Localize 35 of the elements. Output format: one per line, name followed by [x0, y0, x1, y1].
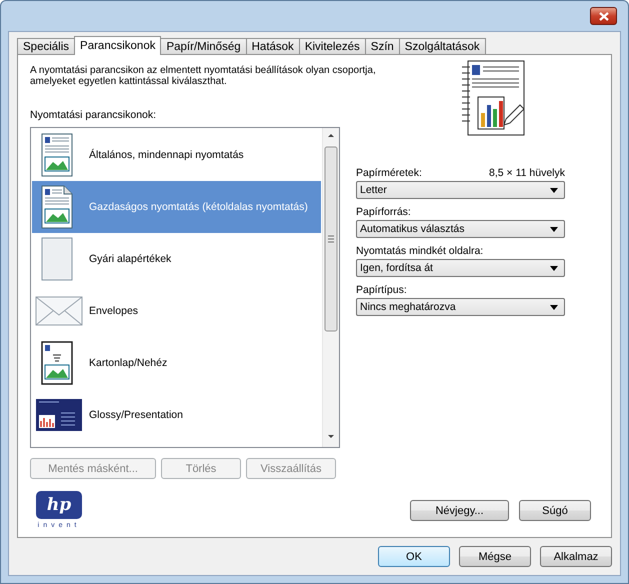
- shortcut-item[interactable]: Kartonlap/Nehéz: [32, 337, 321, 389]
- dialog-button[interactable]: Mégse: [459, 546, 531, 567]
- shortcut-item[interactable]: Gyári alapértékek: [32, 233, 321, 285]
- close-icon: [598, 12, 608, 20]
- tab[interactable]: Hatások: [246, 38, 300, 55]
- dropdown-arrow-icon: [550, 304, 558, 310]
- setting-note: 8,5 × 11 hüvelyk: [489, 167, 565, 179]
- logo-mark: hp: [36, 491, 82, 519]
- setting-dropdown[interactable]: Automatikus választás: [356, 220, 565, 238]
- shortcut-item[interactable]: Általános, mindennapi nyomtatás: [32, 129, 321, 181]
- tab[interactable]: Kivitelezés: [298, 38, 366, 55]
- tab[interactable]: Parancsikonok: [74, 36, 162, 55]
- panel-button[interactable]: Súgó: [519, 500, 591, 521]
- setting-dropdown[interactable]: Igen, fordítsa át: [356, 259, 565, 277]
- dialog-button[interactable]: Alkalmaz: [540, 546, 612, 567]
- setting-label: Papírforrás:: [356, 206, 411, 218]
- panel-button[interactable]: Névjegy...: [410, 500, 509, 521]
- description-text: A nyomtatási parancsikon az elmentett nyomtatási beállítások olyan csoportja, amelyeket egyetlen kattintással kiválaszthat.: [30, 65, 377, 87]
- setting-dropdown[interactable]: Nincs meghatározva: [356, 298, 565, 316]
- setting-label: Papírméretek:: [356, 167, 422, 179]
- tab[interactable]: Szín: [364, 38, 400, 55]
- setting-label: Papírtípus:: [356, 284, 407, 296]
- shortcut-item[interactable]: Envelopes: [32, 285, 321, 337]
- dropdown-arrow-icon: [550, 188, 558, 192]
- list-label: Nyomtatási parancsikonok:: [30, 109, 158, 121]
- tab[interactable]: Papír/Minőség: [160, 38, 247, 55]
- dialog-button[interactable]: OK: [378, 546, 450, 567]
- dropdown-arrow-icon: [550, 226, 558, 232]
- setting-label: Nyomtatás mindkét oldalra:: [356, 245, 484, 257]
- dropdown-arrow-icon: [550, 266, 558, 270]
- setting-dropdown[interactable]: Letter: [356, 181, 565, 199]
- tab[interactable]: Speciális: [17, 38, 76, 55]
- close-button[interactable]: [590, 7, 617, 25]
- shortcut-item[interactable]: Glossy/Presentation: [32, 389, 321, 441]
- tab[interactable]: Szolgáltatások: [398, 38, 486, 55]
